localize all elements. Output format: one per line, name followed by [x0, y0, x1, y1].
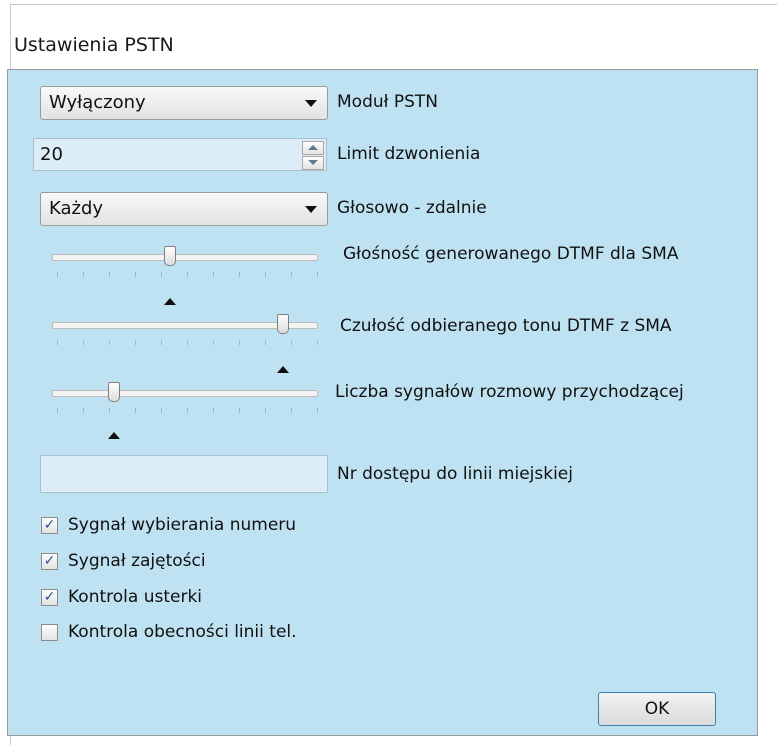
voice-remote-value: Każdy	[49, 198, 104, 219]
slider-tick	[161, 408, 162, 413]
slider-tick	[187, 340, 188, 345]
checkbox-box[interactable]: ✓	[41, 553, 58, 570]
slider-tick	[265, 408, 266, 413]
slider-tick	[213, 408, 214, 413]
slider-tick	[187, 272, 188, 277]
checkbox-label: Sygnał zajętości	[68, 551, 206, 571]
slider-marker-icon	[277, 366, 289, 373]
slider-tick	[291, 408, 292, 413]
slider-tick	[291, 272, 292, 277]
chevron-down-icon	[305, 206, 317, 213]
slider-tick	[161, 340, 162, 345]
ring-limit-spinbox[interactable]: 20	[33, 138, 327, 171]
checkbox-box[interactable]: ✓	[41, 517, 58, 534]
pstn-module-dropdown[interactable]: Wyłączony	[40, 86, 328, 120]
slider-track[interactable]	[52, 390, 318, 397]
slider-tick	[83, 272, 84, 277]
line-access-label: Nr dostępu do linii miejskiej	[337, 464, 573, 484]
slider-tick	[135, 272, 136, 277]
slider-tick	[291, 340, 292, 345]
dialog-title: Ustawienia PSTN	[14, 34, 174, 56]
slider-marker-icon	[164, 298, 176, 305]
ok-button[interactable]: OK	[598, 692, 716, 726]
slider-tick	[135, 340, 136, 345]
slider-tick	[239, 272, 240, 277]
dtmf-sensitivity-label: Czułość odbieranego tonu DTMF z SMA	[340, 316, 672, 336]
slider-thumb[interactable]	[277, 314, 289, 334]
spin-up-button[interactable]	[302, 141, 324, 155]
slider-tick	[135, 408, 136, 413]
slider-tick	[57, 340, 58, 345]
checkbox-label: Kontrola usterki	[68, 587, 203, 607]
line-access-input[interactable]	[40, 455, 328, 493]
chevron-down-icon	[305, 100, 317, 107]
incoming-signals-label: Liczba sygnałów rozmowy przychodzącej	[335, 382, 684, 402]
slider-thumb[interactable]	[164, 246, 176, 266]
slider-tick	[109, 340, 110, 345]
pstn-module-value: Wyłączony	[49, 92, 146, 113]
slider-tick	[265, 272, 266, 277]
checkbox-box[interactable]: ✓	[41, 589, 58, 606]
ring-limit-value: 20	[40, 144, 63, 165]
voice-remote-dropdown[interactable]: Każdy	[40, 192, 328, 226]
slider-tick	[57, 408, 58, 413]
slider-tick	[213, 272, 214, 277]
slider-tick	[109, 272, 110, 277]
slider-tick	[161, 272, 162, 277]
slider-tick	[239, 408, 240, 413]
slider-tick	[317, 340, 318, 345]
pstn-module-label: Moduł PSTN	[337, 92, 439, 112]
slider-tick	[109, 408, 110, 413]
ring-limit-label: Limit dzwonienia	[337, 144, 481, 164]
slider-tick	[57, 272, 58, 277]
slider-tick	[317, 272, 318, 277]
checkbox-label: Sygnał wybierania numeru	[68, 515, 297, 535]
slider-thumb[interactable]	[108, 382, 120, 402]
ok-button-label: OK	[644, 699, 670, 719]
slider-tick	[187, 408, 188, 413]
slider-tick	[265, 340, 266, 345]
checkbox-label: Kontrola obecności linii tel.	[68, 622, 297, 642]
spin-down-button[interactable]	[302, 156, 324, 170]
slider-tick	[239, 340, 240, 345]
slider-tick	[83, 408, 84, 413]
dtmf-volume-label: Głośność generowanego DTMF dla SMA	[343, 244, 679, 264]
voice-remote-label: Głosowo - zdalnie	[337, 198, 487, 218]
slider-tick	[213, 340, 214, 345]
slider-tick	[83, 340, 84, 345]
arrow-down-icon	[308, 160, 318, 165]
slider-tick	[317, 408, 318, 413]
checkbox-box[interactable]	[41, 624, 58, 641]
arrow-up-icon	[308, 145, 318, 150]
slider-track[interactable]	[52, 254, 318, 261]
slider-marker-icon	[108, 432, 120, 439]
